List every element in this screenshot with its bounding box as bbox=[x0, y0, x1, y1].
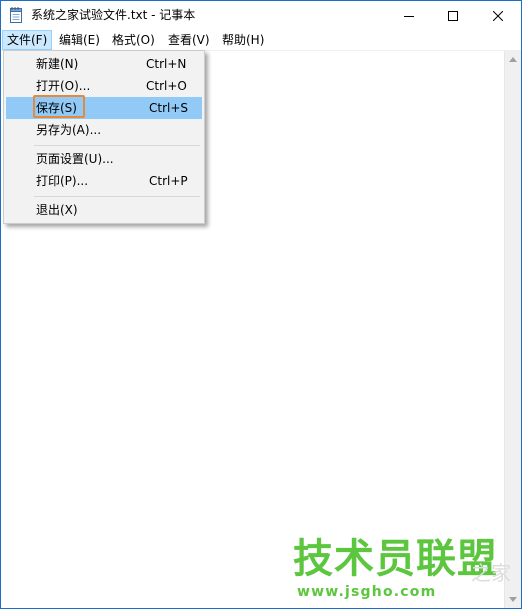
menu-item-label: 打开(O)... bbox=[36, 79, 91, 93]
menu-item-label: 页面设置(U)... bbox=[36, 152, 114, 166]
menu-item-exit[interactable]: 退出(X) bbox=[6, 199, 202, 221]
menu-item-label: 新建(N) bbox=[36, 57, 79, 71]
watermark-url: www.jsgho.com bbox=[297, 584, 437, 600]
menu-item-print[interactable]: 打印(P)... Ctrl+P bbox=[6, 170, 202, 192]
menu-format[interactable]: 格式(O) bbox=[108, 30, 159, 50]
menu-item-label: 退出(X) bbox=[36, 203, 78, 217]
menu-item-label: 另存为(A)... bbox=[36, 123, 102, 137]
menu-bar: 文件(F) 编辑(E) 格式(O) 查看(V) 帮助(H) bbox=[1, 30, 521, 51]
menu-view[interactable]: 查看(V) bbox=[164, 30, 214, 50]
scroll-up-button[interactable] bbox=[505, 51, 521, 68]
menu-help[interactable]: 帮助(H) bbox=[218, 30, 268, 50]
menu-item-new[interactable]: 新建(N) Ctrl+N bbox=[6, 53, 202, 75]
menu-item-save-as[interactable]: 另存为(A)... bbox=[6, 119, 202, 141]
notepad-icon[interactable] bbox=[10, 7, 22, 23]
arrow-up-icon bbox=[509, 57, 517, 62]
menu-item-save[interactable]: 保存(S) Ctrl+S bbox=[6, 95, 202, 119]
menu-item-shortcut: Ctrl+O bbox=[146, 79, 187, 93]
window-title: 系统之家试验文件.txt - 记事本 bbox=[31, 8, 196, 22]
menu-item-page-setup[interactable]: 页面设置(U)... bbox=[6, 148, 202, 170]
watermark-ghost-text: 之家 bbox=[471, 561, 511, 585]
menu-item-label: 打印(P)... bbox=[36, 174, 89, 188]
notepad-window: 系统之家试验文件.txt - 记事本 文件(F) 编辑(E) 格式(O) 查看(… bbox=[0, 0, 522, 609]
menu-edit[interactable]: 编辑(E) bbox=[55, 30, 104, 50]
file-menu-dropdown: 新建(N) Ctrl+N 打开(O)... Ctrl+O 保存(S) Ctrl+… bbox=[3, 50, 205, 224]
menu-separator bbox=[34, 196, 200, 197]
minimize-button[interactable] bbox=[387, 1, 431, 30]
menu-separator bbox=[34, 145, 200, 146]
maximize-icon bbox=[448, 10, 458, 21]
watermark-logo: 技术员联盟 bbox=[293, 536, 498, 582]
menu-item-shortcut: Ctrl+N bbox=[146, 57, 187, 71]
scroll-down-button[interactable] bbox=[505, 591, 521, 608]
close-icon bbox=[493, 10, 503, 21]
menu-item-shortcut: Ctrl+S bbox=[149, 101, 189, 115]
arrow-down-icon bbox=[509, 597, 517, 602]
menu-item-shortcut: Ctrl+P bbox=[149, 174, 188, 188]
menu-item-open[interactable]: 打开(O)... Ctrl+O bbox=[6, 75, 202, 97]
title-bar[interactable]: 系统之家试验文件.txt - 记事本 bbox=[1, 1, 521, 30]
maximize-button[interactable] bbox=[431, 1, 475, 30]
menu-file[interactable]: 文件(F) bbox=[2, 30, 53, 50]
close-button[interactable] bbox=[475, 1, 521, 30]
vertical-scrollbar[interactable] bbox=[504, 51, 521, 608]
minimize-icon bbox=[404, 15, 414, 17]
menu-item-label: 保存(S) bbox=[36, 101, 77, 115]
